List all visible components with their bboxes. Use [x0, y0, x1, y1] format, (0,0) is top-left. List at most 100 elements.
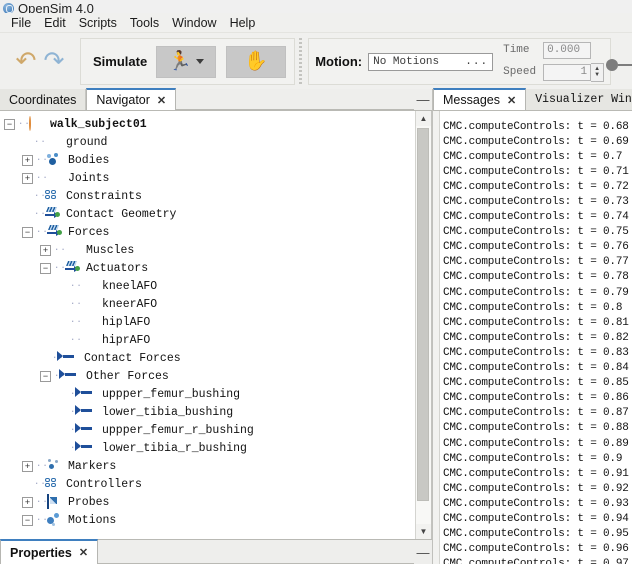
tree-node[interactable]: +·· Muscles: [4, 241, 415, 259]
menu-window[interactable]: Window: [166, 14, 223, 32]
time-slider-knob[interactable]: [606, 59, 618, 71]
message-line: CMC.computeControls: t = 0.93: [443, 496, 632, 511]
tree-node[interactable]: ··lower_tibia_bushing: [4, 403, 415, 421]
tree-expander-spacer: [22, 192, 31, 201]
arrow-force-icon: [59, 369, 80, 383]
tree-node[interactable]: −·· Actuators: [4, 259, 415, 277]
menu-bar: File Edit Scripts Tools Window Help: [0, 13, 632, 33]
scrollbar-track[interactable]: [416, 126, 431, 524]
tree-expander-plus-icon[interactable]: +: [22, 172, 33, 184]
message-text: CMC.computeControls: t = 0.93: [443, 497, 629, 510]
speed-stepper[interactable]: ▲ ▼: [591, 62, 605, 82]
motion-ellipsis: ...: [465, 55, 489, 68]
navigator-scrollbar[interactable]: ▲ ▼: [415, 111, 431, 539]
tree-node-label: walk_subject01: [50, 117, 147, 131]
tree-expander-plus-icon[interactable]: +: [22, 460, 33, 472]
tree-node[interactable]: ··uppper_femur_r_bushing: [4, 421, 415, 439]
speed-field[interactable]: 1: [543, 63, 592, 81]
time-slider[interactable]: [606, 59, 632, 71]
scrollbar-thumb[interactable]: [417, 128, 429, 501]
run-simulation-button[interactable]: 🏃: [156, 45, 217, 78]
tree-node[interactable]: ·· hiplAFO: [4, 313, 415, 331]
tree-expander-minus-icon[interactable]: −: [40, 370, 51, 382]
menu-tools[interactable]: Tools: [124, 14, 166, 32]
properties-tabstrip: Properties ✕ —: [0, 539, 432, 564]
close-icon[interactable]: ✕: [507, 94, 516, 107]
arrow-force-icon: [75, 441, 96, 455]
tree-node[interactable]: ··Contact Forces: [4, 349, 415, 367]
pan-tool-button[interactable]: ✋: [226, 45, 287, 78]
menu-file[interactable]: File: [5, 14, 38, 32]
time-row: Time 0.000: [503, 41, 604, 59]
menu-help[interactable]: Help: [224, 14, 263, 32]
messages-tabstrip: Messages ✕ Visualizer Window: [433, 88, 632, 111]
tree-node[interactable]: −·· Motions: [4, 511, 415, 529]
message-text: CMC.computeControls: t = 0.84: [443, 362, 629, 375]
tree-node-label: Other Forces: [86, 369, 169, 383]
tab-navigator[interactable]: Navigator ✕: [86, 88, 177, 110]
redo-button[interactable]: ↷: [40, 48, 68, 76]
tab-messages-label: Messages: [443, 93, 500, 107]
tree-node[interactable]: +·· Joints: [4, 169, 415, 187]
tree-expander-minus-icon[interactable]: −: [22, 226, 33, 238]
tree-node[interactable]: ·· hiprAFO: [4, 331, 415, 349]
message-line: CMC.computeControls: t = 0.82: [443, 330, 632, 345]
simulate-group: Simulate 🏃 ✋: [80, 38, 296, 85]
toolbar-separator: [299, 38, 303, 85]
message-text: CMC.computeControls: t = 0.88: [443, 422, 629, 435]
tree-node[interactable]: ·· ground: [4, 133, 415, 151]
time-label: Time: [503, 44, 530, 56]
chevron-down-icon[interactable]: [196, 59, 205, 64]
tree-node[interactable]: +·· Probes: [4, 493, 415, 511]
message-line: CMC.computeControls: t = 0.97: [443, 557, 632, 564]
tree-node[interactable]: ·· kneelAFO: [4, 277, 415, 295]
tree-node[interactable]: +·· Bodies: [4, 151, 415, 169]
arrow-force-icon: [75, 387, 96, 401]
tree-node[interactable]: ··lower_tibia_r_bushing: [4, 439, 415, 457]
message-text: CMC.computeControls: t = 0.73: [443, 196, 629, 209]
tab-messages[interactable]: Messages ✕: [433, 88, 527, 110]
tree-expander-spacer: [58, 282, 67, 291]
time-slider-track[interactable]: [618, 64, 632, 66]
tree-node[interactable]: ·· Contact Geometry: [4, 205, 415, 223]
scroll-up-icon[interactable]: ▲: [416, 111, 431, 126]
close-icon[interactable]: ✕: [157, 94, 166, 107]
tree-expander-plus-icon[interactable]: +: [22, 496, 33, 508]
tree-node[interactable]: −··Other Forces: [4, 367, 415, 385]
tree-expander-plus-icon[interactable]: +: [22, 154, 33, 166]
tab-properties[interactable]: Properties ✕: [0, 539, 99, 564]
tree-node[interactable]: ·· Constraints: [4, 187, 415, 205]
tree-expander-plus-icon[interactable]: +: [40, 244, 51, 256]
tree-expander-spacer: [22, 480, 31, 489]
scroll-down-icon[interactable]: ▼: [416, 524, 431, 539]
tab-visualizer-window[interactable]: Visualizer Window: [526, 89, 632, 110]
tree-node[interactable]: ··uppper_femur_bushing: [4, 385, 415, 403]
close-icon[interactable]: ✕: [79, 546, 88, 559]
tree-node-label: ground: [66, 135, 108, 149]
motion-select[interactable]: No Motions ...: [368, 52, 494, 71]
tree-expander-minus-icon[interactable]: −: [40, 262, 51, 274]
time-field[interactable]: 0.000: [543, 41, 592, 59]
model-tree[interactable]: −··walk_subject01··ground+··Bodies+··Joi…: [0, 111, 415, 539]
tree-node[interactable]: −·· walk_subject01: [4, 115, 415, 133]
tree-node[interactable]: +·· Markers: [4, 457, 415, 475]
tree-expander-spacer: [22, 210, 31, 219]
tree-node[interactable]: −·· Forces: [4, 223, 415, 241]
minimize-properties-button[interactable]: —: [414, 540, 432, 564]
menu-edit[interactable]: Edit: [38, 14, 73, 32]
tree-expander-minus-icon[interactable]: −: [22, 514, 33, 526]
minimize-navigator-button[interactable]: —: [414, 89, 432, 110]
left-pane: Coordinates Navigator ✕ — −··walk_subjec…: [0, 88, 432, 564]
tree-expander-minus-icon[interactable]: −: [4, 118, 15, 130]
undo-button[interactable]: ↶: [12, 48, 40, 76]
probes-icon: [47, 494, 62, 509]
messages-list[interactable]: CMC.computeControls: t = 0.68 CMC.compute…: [440, 111, 632, 564]
tree-connector: ··: [70, 299, 81, 309]
tree-node-label: Motions: [68, 513, 117, 527]
tab-coordinates[interactable]: Coordinates: [0, 89, 87, 110]
tree-node-label: Markers: [68, 459, 117, 473]
menu-scripts[interactable]: Scripts: [73, 14, 124, 32]
tree-node[interactable]: ·· Controllers: [4, 475, 415, 493]
messages-area: CMC.computeControls: t = 0.68 CMC.compute…: [433, 111, 632, 564]
tree-node[interactable]: ·· kneerAFO: [4, 295, 415, 313]
